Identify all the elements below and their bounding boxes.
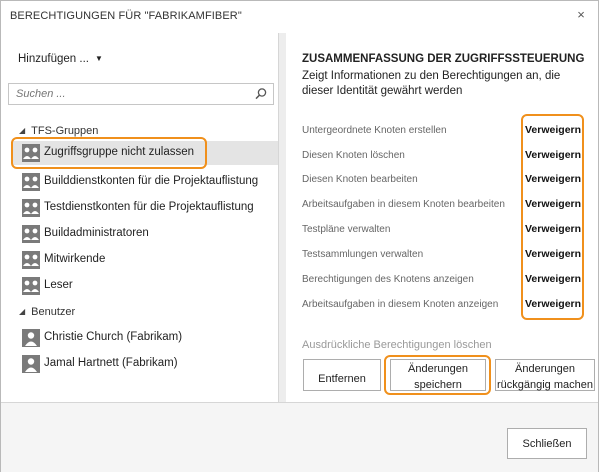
group-item-label: Builddienstkonten für die Projektauflist… bbox=[44, 175, 259, 187]
undo-changes-button[interactable]: Änderungen rückgängig machen bbox=[495, 359, 595, 391]
permission-name: Diesen Knoten löschen bbox=[302, 150, 405, 161]
save-button-highlight bbox=[384, 355, 491, 395]
close-icon[interactable]: × bbox=[574, 8, 588, 22]
group-item-build-service-accounts[interactable]: Builddienstkonten für die Projektauflist… bbox=[16, 170, 278, 194]
permission-values-highlight bbox=[521, 114, 584, 320]
search-box bbox=[8, 83, 274, 105]
search-icon[interactable] bbox=[254, 87, 268, 101]
user-icon bbox=[22, 329, 40, 347]
undo-button-label-line1: Änderungen bbox=[515, 363, 575, 375]
permission-name: Diesen Knoten bearbeiten bbox=[302, 174, 418, 185]
identity-panel: Hinzufügen ...▼ ◢TFS-Gruppen Zugriffsgru… bbox=[2, 31, 278, 401]
group-icon bbox=[22, 277, 40, 295]
add-dropdown-button[interactable]: Hinzufügen ... ▼ bbox=[18, 53, 103, 65]
permissions-dialog: BERECHTIGUNGEN FÜR "FABRIKAMFIBER" × Hin… bbox=[0, 0, 599, 472]
group-icon bbox=[22, 199, 40, 217]
group-icon bbox=[22, 173, 40, 191]
tfs-groups-label: TFS-Gruppen bbox=[31, 125, 99, 137]
group-item-label: Mitwirkende bbox=[44, 253, 106, 265]
summary-description: Zeigt Informationen zu den Berechtigunge… bbox=[302, 70, 561, 97]
permission-name: Testpläne verwalten bbox=[302, 224, 391, 235]
tfs-groups-header[interactable]: ◢ TFS-Gruppen bbox=[19, 125, 98, 137]
permission-name: Berechtigungen des Knotens anzeigen bbox=[302, 274, 474, 285]
dialog-title: BERECHTIGUNGEN FÜR "FABRIKAMFIBER" bbox=[10, 10, 242, 22]
user-item-christie-church[interactable]: Christie Church (Fabrikam) bbox=[16, 326, 278, 350]
permission-name: Arbeitsaufgaben in diesem Knoten bearbei… bbox=[302, 199, 505, 210]
add-button-label: Hinzufügen ... bbox=[18, 53, 89, 65]
group-item-contributors[interactable]: Mitwirkende bbox=[16, 248, 278, 272]
user-icon bbox=[22, 355, 40, 373]
group-item-test-service-accounts[interactable]: Testdienstkonten für die Projektauflistu… bbox=[16, 196, 278, 220]
users-header[interactable]: ◢ Benutzer bbox=[19, 306, 75, 318]
user-item-label: Jamal Hartnett (Fabrikam) bbox=[44, 357, 178, 369]
selected-group-highlight bbox=[11, 137, 207, 169]
title-bar: BERECHTIGUNGEN FÜR "FABRIKAMFIBER" × bbox=[1, 1, 598, 31]
group-icon bbox=[22, 225, 40, 243]
expanded-triangle-icon: ◢ bbox=[19, 126, 26, 135]
group-icon bbox=[22, 251, 40, 269]
user-item-jamal-hartnett[interactable]: Jamal Hartnett (Fabrikam) bbox=[16, 352, 278, 376]
search-input[interactable] bbox=[9, 84, 249, 104]
permission-name: Arbeitsaufgaben in diesem Knoten anzeige… bbox=[302, 299, 499, 310]
group-item-label: Leser bbox=[44, 279, 73, 291]
panel-splitter[interactable] bbox=[278, 33, 286, 402]
group-item-label: Buildadministratoren bbox=[44, 227, 149, 239]
clear-explicit-permissions-link[interactable]: Ausdrückliche Berechtigungen löschen bbox=[302, 339, 492, 351]
permission-name: Testsammlungen verwalten bbox=[302, 249, 424, 260]
remove-button-label: Entfernen bbox=[318, 373, 366, 385]
access-summary-panel: ZUSAMMENFASSUNG DER ZUGRIFFSSTEUERUNG Ze… bbox=[287, 31, 599, 401]
group-item-label: Testdienstkonten für die Projektauflistu… bbox=[44, 201, 254, 213]
summary-title: ZUSAMMENFASSUNG DER ZUGRIFFSSTEUERUNG bbox=[302, 53, 585, 65]
chevron-down-icon: ▼ bbox=[94, 54, 103, 63]
user-item-label: Christie Church (Fabrikam) bbox=[44, 331, 183, 343]
group-item-build-administrators[interactable]: Buildadministratoren bbox=[16, 222, 278, 246]
close-button[interactable]: Schließen bbox=[507, 428, 587, 459]
permission-name: Untergeordnete Knoten erstellen bbox=[302, 125, 447, 136]
undo-button-label-line2: rückgängig machen bbox=[496, 379, 593, 391]
remove-button[interactable]: Entfernen bbox=[303, 359, 381, 391]
group-item-readers[interactable]: Leser bbox=[16, 274, 278, 298]
users-label: Benutzer bbox=[31, 306, 76, 318]
expanded-triangle-icon: ◢ bbox=[19, 307, 26, 316]
